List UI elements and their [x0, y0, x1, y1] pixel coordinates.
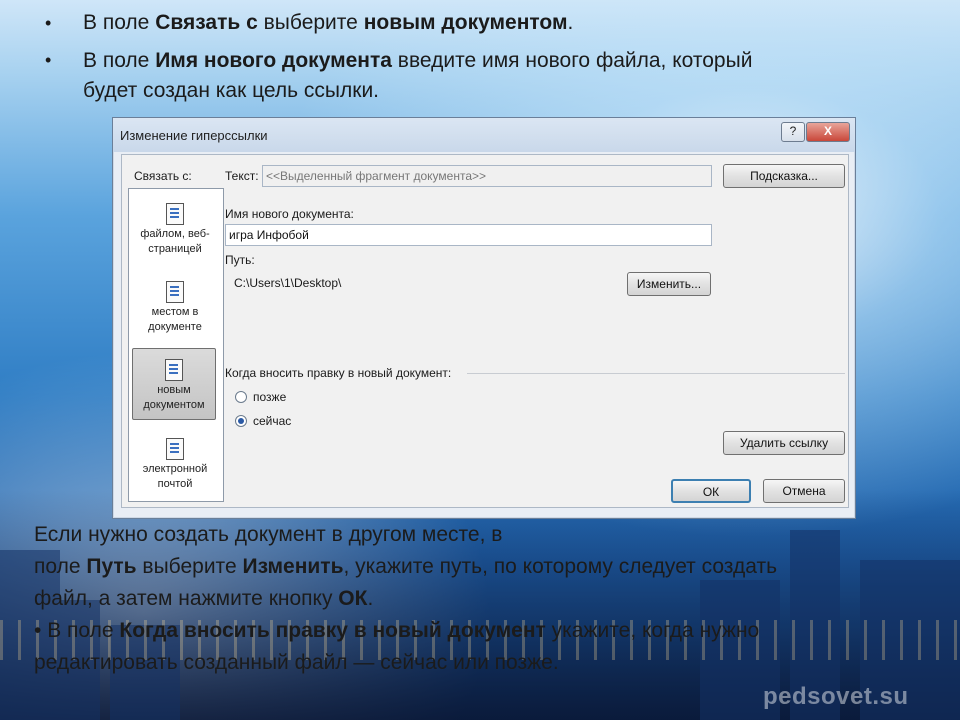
bullet-marker: • — [45, 13, 52, 33]
bullet-when-edit: • В поле Когда вносить правку в новый до… — [34, 619, 760, 674]
web-file-icon — [166, 203, 184, 225]
radio-now-label: сейчас — [253, 414, 292, 428]
link-option-place-in-doc[interactable]: местом в документе — [129, 281, 221, 335]
edit-when-label: Когда вносить правку в новый документ: — [225, 366, 452, 380]
link-to-label: Связать с: — [134, 169, 192, 183]
paragraph-path: Если нужно создать документ в другом мес… — [34, 523, 778, 610]
text-label: Текст: — [225, 169, 259, 183]
new-doc-name-input[interactable]: игра Инфобой — [225, 224, 712, 246]
new-doc-name-label: Имя нового документа: — [225, 207, 354, 221]
text-to-display-field[interactable]: <<Выделенный фрагмент документа>> — [262, 165, 712, 187]
dialog-title: Изменение гиперссылки — [120, 128, 268, 143]
radio-later-label: позже — [253, 390, 287, 404]
path-label: Путь: — [225, 253, 255, 267]
help-button[interactable]: ? — [781, 122, 805, 142]
bullet-link-to: В поле Связать с выберите новым документ… — [83, 11, 574, 34]
link-to-panel: файлом, веб- страницей местом в документ… — [128, 188, 224, 502]
bullet-marker: • — [45, 50, 52, 70]
remove-link-button[interactable]: Удалить ссылку — [723, 431, 845, 455]
group-divider — [467, 373, 845, 374]
change-path-button[interactable]: Изменить... — [627, 272, 711, 296]
email-address-icon — [166, 438, 184, 460]
ok-button[interactable]: ОК — [671, 479, 751, 503]
radio-now[interactable] — [235, 415, 247, 427]
link-option-new-document[interactable]: новым документом — [132, 348, 216, 420]
edit-hyperlink-dialog: Изменение гиперссылки ? X Связать с: фай… — [112, 117, 856, 519]
radio-later[interactable] — [235, 391, 247, 403]
place-in-document-icon — [166, 281, 184, 303]
new-document-icon — [165, 359, 183, 381]
close-button[interactable]: X — [806, 122, 850, 142]
link-option-email[interactable]: электронной почтой — [129, 438, 221, 492]
link-option-file-web[interactable]: файлом, веб- страницей — [129, 203, 221, 257]
bullet-marker: • — [34, 619, 48, 642]
dialog-titlebar: Изменение гиперссылки ? X — [113, 118, 855, 152]
cancel-button[interactable]: Отмена — [763, 479, 845, 503]
path-value: C:\Users\1\Desktop\ — [234, 276, 342, 290]
site-watermark: pedsovet.su — [763, 683, 909, 710]
screen-tip-button[interactable]: Подсказка... — [723, 164, 845, 188]
bullet-new-doc-name: В поле Имя нового документа введите имя … — [83, 49, 753, 102]
dialog-body: Связать с: файлом, веб- страницей местом… — [121, 154, 849, 508]
